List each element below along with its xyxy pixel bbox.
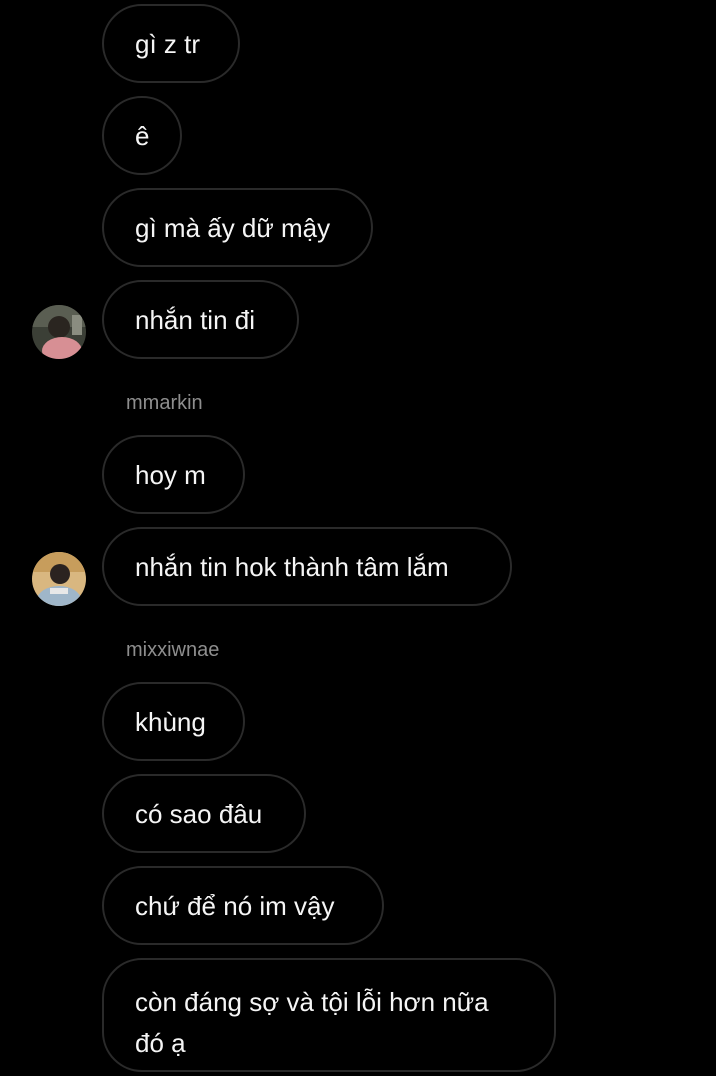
- user-avatar-1[interactable]: [32, 305, 86, 359]
- message-bubble[interactable]: ê: [102, 96, 182, 175]
- message-text: nhắn tin đi: [135, 305, 255, 335]
- message-bubble[interactable]: khùng: [102, 682, 245, 761]
- avatar-photo: [32, 305, 86, 359]
- message-bubble[interactable]: hoy m: [102, 435, 245, 514]
- message-text: khùng: [135, 707, 206, 737]
- message-bubble[interactable]: gì mà ấy dữ mậy: [102, 188, 373, 267]
- message-text: gì mà ấy dữ mậy: [135, 213, 331, 243]
- message-bubble[interactable]: còn đáng sợ và tội lỗi hơn nữa đó ạ: [102, 958, 556, 1072]
- message-text: gì z tr: [135, 29, 201, 59]
- message-bubble[interactable]: nhắn tin đi: [102, 280, 299, 359]
- message-text: còn đáng sợ và tội lỗi hơn nữa đó ạ: [135, 987, 489, 1058]
- message-text: nhắn tin hok thành tâm lắm: [135, 552, 449, 582]
- message-bubble[interactable]: có sao đâu: [102, 774, 306, 853]
- message-text: chứ để nó im vậy: [135, 891, 335, 921]
- message-text: có sao đâu: [135, 799, 263, 829]
- message-text: hoy m: [135, 460, 206, 490]
- avatar-photo: [32, 552, 86, 606]
- message-bubble[interactable]: gì z tr: [102, 4, 240, 83]
- sender-name: mixxiwnae: [126, 639, 220, 661]
- message-bubble[interactable]: nhắn tin hok thành tâm lắm: [102, 527, 512, 606]
- message-text: ê: [135, 121, 150, 151]
- message-bubble[interactable]: chứ để nó im vậy: [102, 866, 384, 945]
- sender-name: mmarkin: [126, 392, 203, 414]
- user-avatar-2[interactable]: [32, 552, 86, 606]
